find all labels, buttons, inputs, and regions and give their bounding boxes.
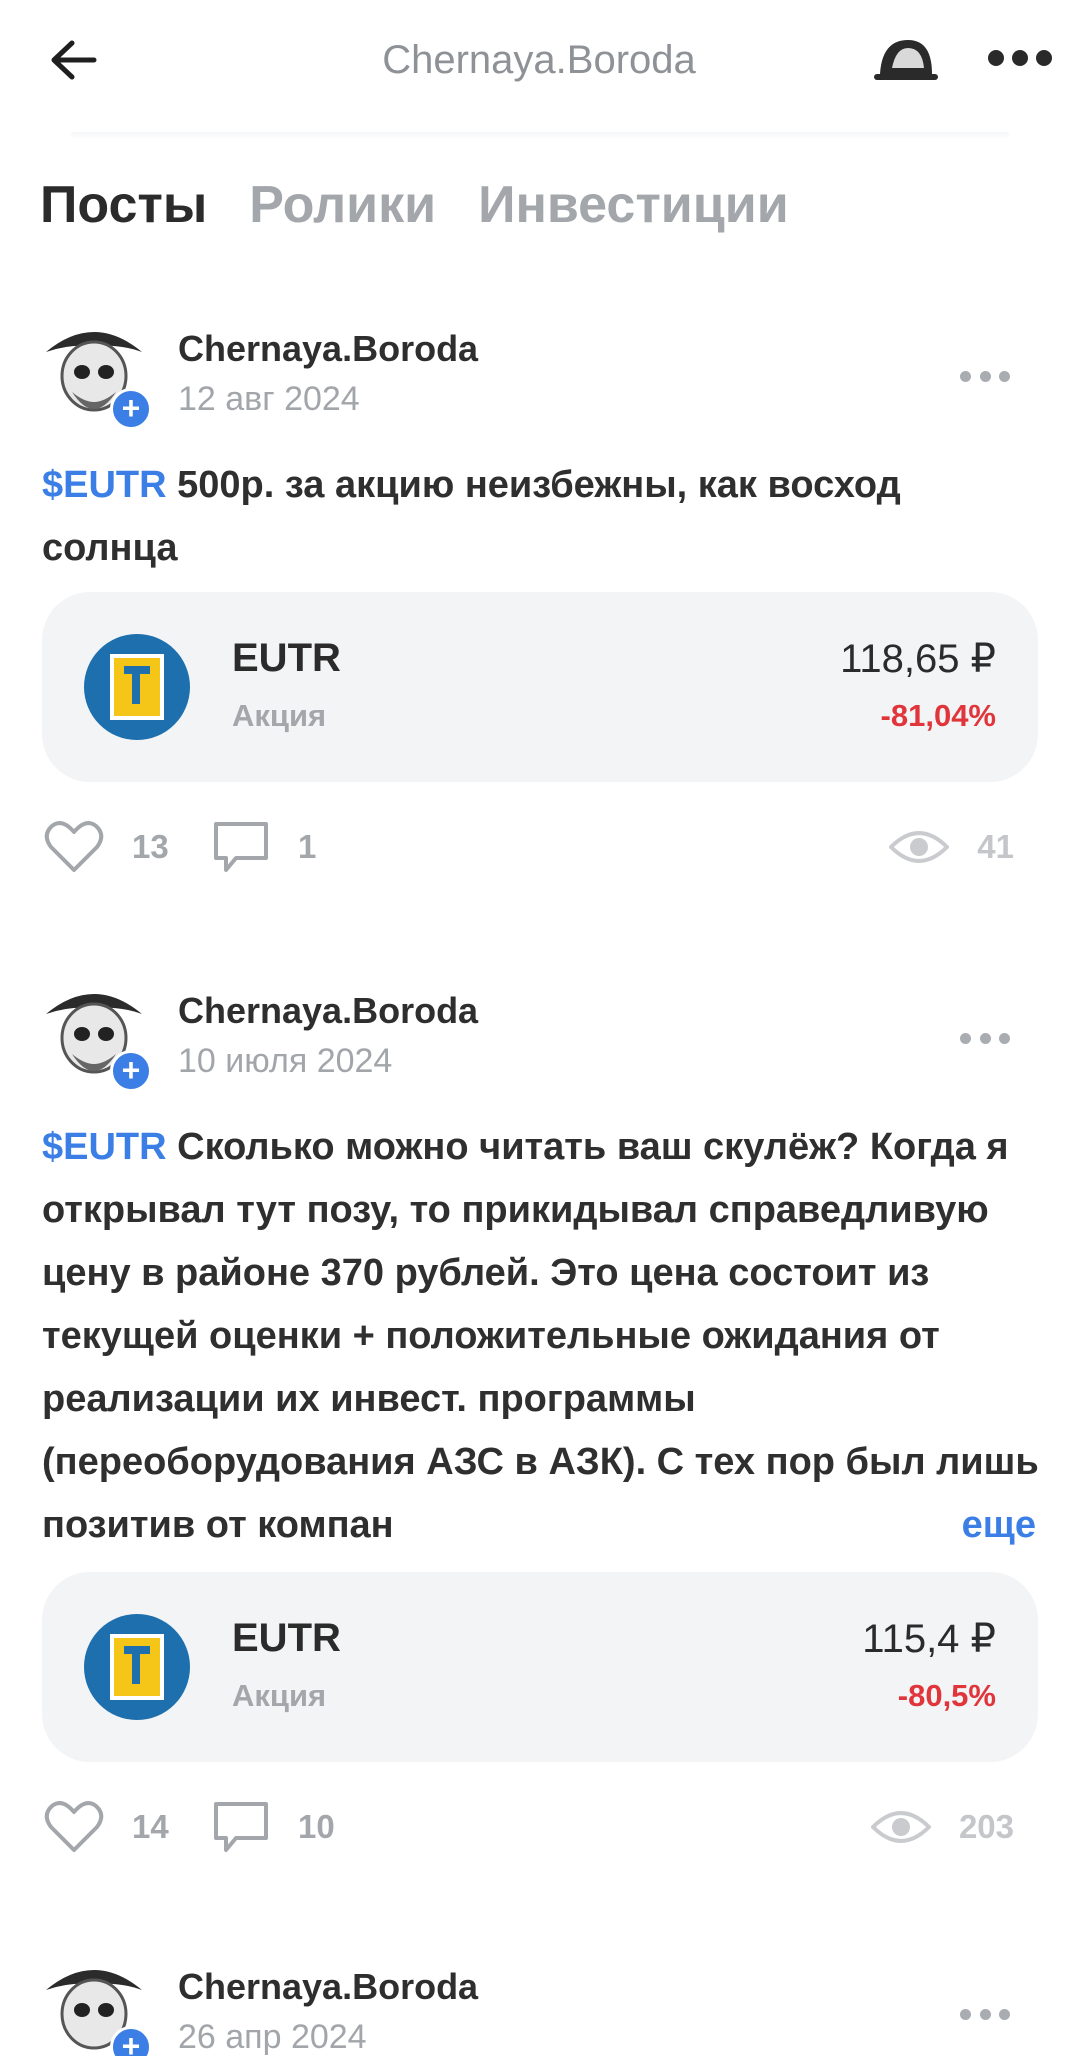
like-count: 14 [132,1808,169,1845]
dot-icon [1012,50,1028,66]
post-more-button[interactable] [960,1030,1010,1046]
comment-count: 10 [298,1808,335,1845]
post-date: 10 июля 2024 [178,1042,393,1080]
post-actions: 13 1 41 [0,812,1078,882]
dot-icon [960,1032,971,1044]
comment-button[interactable]: 1 [212,812,316,882]
tab-investments[interactable]: Инвестиции [478,170,789,240]
post-author[interactable]: Chernaya.Boroda [178,1966,478,2008]
comment-icon [214,1802,268,1852]
tab-posts[interactable]: Посты [40,170,207,240]
asset-change: -80,5% [897,1678,996,1713]
profile-tabs: Посты Ролики Инвестиции [40,170,789,240]
post-body: Сколько можно читать ваш скулёж? Когда я… [42,1126,1039,1546]
asset-card[interactable]: EUTR Акция 115,4 ₽ -80,5% [42,1572,1038,1762]
heart-icon [44,1801,104,1852]
eye-icon [870,1811,931,1843]
dot-icon [979,370,991,382]
post-text: $EUTR 500р. за акцию неизбежны, как восх… [42,454,1042,580]
avatar[interactable]: + [42,980,152,1092]
avatar[interactable]: + [42,1956,152,2056]
views-counter: 41 [889,812,1014,882]
read-more-link[interactable]: еще [921,1494,1036,1557]
like-button[interactable]: 14 [44,1792,169,1862]
dot-icon [979,2008,991,2020]
post-date: 12 авг 2024 [178,380,360,418]
trassa-logo-icon [84,634,190,740]
post-author[interactable]: Chernaya.Boroda [178,990,478,1032]
post-actions: 14 10 203 [0,1792,1078,1862]
asset-price: 118,65 ₽ [840,637,996,681]
asset-name: EUTR [232,1616,341,1660]
view-count: 203 [958,1808,1014,1845]
comment-icon [214,822,268,872]
post-date: 26 апр 2024 [178,2018,367,2056]
post-body: 500р. за акцию неизбежны, как восход сол… [42,464,901,569]
views-counter: 203 [870,1792,1014,1862]
top-bar: Chernaya.Boroda [0,0,1078,120]
like-count: 13 [132,828,169,865]
follow-plus-button[interactable]: + [110,1050,152,1092]
dot-icon [999,1032,1010,1044]
asset-type: Акция [232,698,327,733]
ticker-link[interactable]: $EUTR [42,464,167,506]
follow-plus-button[interactable]: + [110,388,152,430]
asset-price: 115,4 ₽ [862,1617,996,1661]
asset-change: -81,04% [880,698,996,733]
post-more-button[interactable] [960,368,1010,384]
post-text: $EUTR Сколько можно читать ваш скулёж? К… [42,1116,1042,1557]
view-count: 41 [977,828,1014,865]
asset-name: EUTR [232,636,341,680]
dot-icon [999,2008,1010,2020]
dot-icon [999,370,1010,382]
ticker-link[interactable]: $EUTR [42,1126,167,1168]
hat-icon[interactable] [872,28,942,88]
eye-icon [889,831,950,863]
header-divider [70,132,1010,138]
post-more-button[interactable] [960,2006,1010,2022]
asset-type: Акция [232,1678,327,1713]
heart-icon [44,821,104,872]
dot-icon [988,50,1004,66]
post-card: + Chernaya.Boroda 26 апр 2024 [0,1956,1078,2056]
comment-count: 1 [298,828,317,865]
dot-icon [960,2008,971,2020]
more-options-button[interactable] [988,38,1052,78]
dot-icon [1036,50,1052,66]
dot-icon [979,1032,991,1044]
dot-icon [960,370,971,382]
avatar[interactable]: + [42,318,152,430]
post-author[interactable]: Chernaya.Boroda [178,328,478,370]
asset-card[interactable]: EUTR Акция 118,65 ₽ -81,04% [42,592,1038,782]
like-button[interactable]: 13 [44,812,169,882]
tab-videos[interactable]: Ролики [249,170,436,240]
trassa-logo-icon [84,1614,190,1720]
comment-button[interactable]: 10 [212,1792,335,1862]
